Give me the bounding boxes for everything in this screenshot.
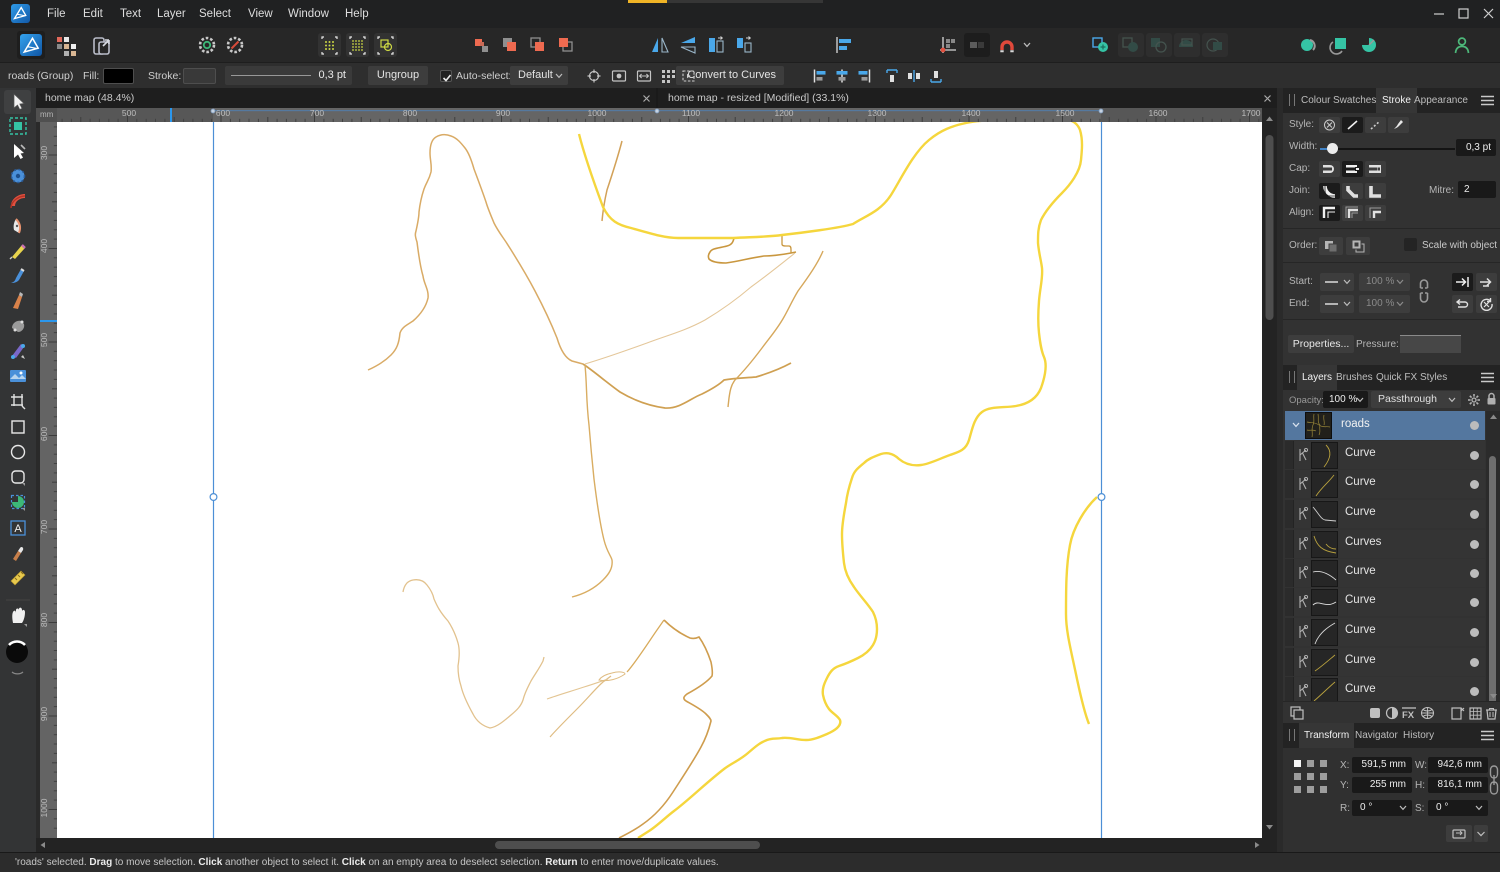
- svg-text:800: 800: [403, 108, 417, 118]
- svg-text:1300: 1300: [868, 108, 887, 118]
- svg-text:500: 500: [40, 333, 49, 347]
- svg-text:600: 600: [40, 427, 49, 441]
- svg-text:A: A: [14, 523, 22, 535]
- svg-text:900: 900: [496, 108, 510, 118]
- svg-text:700: 700: [310, 108, 324, 118]
- svg-text:400: 400: [40, 239, 49, 253]
- svg-text:900: 900: [40, 707, 49, 721]
- svg-text:1500: 1500: [1056, 108, 1075, 118]
- svg-text:1000: 1000: [40, 798, 49, 817]
- svg-text:FX: FX: [1402, 710, 1415, 720]
- svg-text:1200: 1200: [775, 108, 794, 118]
- svg-text:1100: 1100: [682, 108, 701, 118]
- svg-text:300: 300: [40, 146, 49, 160]
- svg-text:1400: 1400: [962, 108, 981, 118]
- svg-text:500: 500: [122, 108, 136, 118]
- svg-text:1700: 1700: [1242, 108, 1261, 118]
- svg-text:1600: 1600: [1149, 108, 1168, 118]
- svg-text:700: 700: [40, 520, 49, 534]
- svg-text:600: 600: [216, 108, 230, 118]
- svg-text:800: 800: [40, 613, 49, 627]
- svg-text:1000: 1000: [588, 108, 607, 118]
